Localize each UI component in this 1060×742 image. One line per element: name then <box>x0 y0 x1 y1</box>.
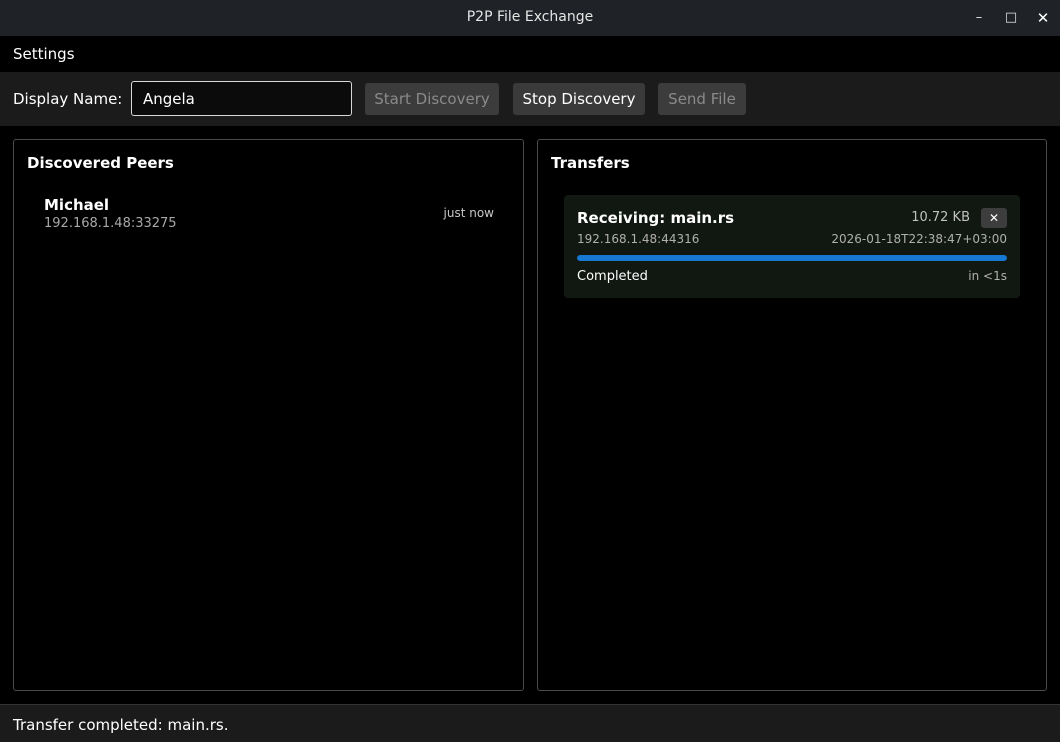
menu-settings[interactable]: Settings <box>13 45 75 63</box>
display-name-input[interactable] <box>131 81 352 116</box>
peer-name: Michael <box>44 196 110 214</box>
transfer-progress-bar <box>577 255 1007 261</box>
title-bar: P2P File Exchange – □ ✕ <box>0 0 1060 36</box>
minimize-icon[interactable]: – <box>969 8 989 28</box>
transfer-card: Receiving: main.rs 10.72 KB ✕ 192.168.1.… <box>564 195 1020 298</box>
transfer-eta: in <1s <box>968 269 1007 283</box>
menu-bar: Settings <box>0 36 1060 72</box>
peer-address: 192.168.1.48:33275 <box>44 216 177 231</box>
transfer-title: Receiving: main.rs <box>577 209 735 227</box>
transfer-size: 10.72 KB <box>911 210 970 225</box>
status-message: Transfer completed: main.rs. <box>13 716 229 734</box>
display-name-label: Display Name: <box>13 90 123 108</box>
peers-panel-title: Discovered Peers <box>27 154 174 172</box>
start-discovery-button[interactable]: Start Discovery <box>365 83 499 115</box>
discovered-peers-panel: Discovered Peers Michael 192.168.1.48:33… <box>13 139 524 691</box>
window-title: P2P File Exchange <box>466 9 594 25</box>
transfer-timestamp: 2026-01-18T22:38:47+03:00 <box>831 232 1007 246</box>
transfer-peer-address: 192.168.1.48:44316 <box>577 232 700 246</box>
transfer-progress-fill <box>577 255 1007 261</box>
peer-last-seen: just now <box>443 206 494 220</box>
send-file-button[interactable]: Send File <box>658 83 746 115</box>
status-bar: Transfer completed: main.rs. <box>0 704 1060 742</box>
transfer-dismiss-button[interactable]: ✕ <box>981 208 1007 228</box>
transfers-panel-title: Transfers <box>551 154 630 172</box>
close-icon[interactable]: ✕ <box>1033 8 1053 28</box>
toolbar: Display Name: Start Discovery Stop Disco… <box>0 72 1060 126</box>
transfer-status: Completed <box>577 269 648 284</box>
transfers-panel: Transfers Receiving: main.rs 10.72 KB ✕ … <box>537 139 1047 691</box>
peer-list-item[interactable]: Michael 192.168.1.48:33275 just now <box>44 196 494 236</box>
maximize-icon[interactable]: □ <box>1001 8 1021 28</box>
stop-discovery-button[interactable]: Stop Discovery <box>513 83 645 115</box>
